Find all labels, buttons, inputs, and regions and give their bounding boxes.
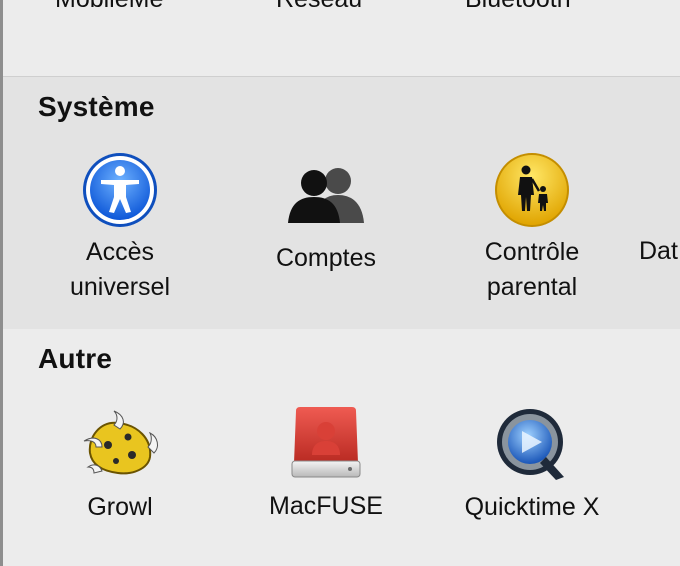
pref-pane-parental-controls[interactable]: Contrôle parental [437, 151, 627, 305]
pref-pane-macfuse[interactable]: MacFUSE [231, 405, 421, 524]
pane-label-line2: universel [69, 273, 171, 301]
pref-pane-universal-access[interactable]: Accès universel [25, 151, 215, 305]
section-title-other: Autre [38, 343, 113, 374]
section-other: Autre Growl MacFUSE Quicktime X [3, 329, 680, 566]
pref-pane-bluetooth[interactable]: Bluetooth [465, 0, 571, 17]
quicktime-icon [497, 409, 564, 480]
pane-label: MacFUSE [269, 492, 383, 520]
pref-pane-growl[interactable]: Growl [25, 407, 215, 525]
pref-pane-date-time-cut[interactable]: Dat [639, 234, 678, 269]
pref-pane-mobileme[interactable]: MobileMe [55, 0, 163, 17]
accounts-icon [288, 168, 364, 223]
pane-label: Quicktime X [464, 493, 600, 521]
pane-label-line1: Comptes [275, 244, 377, 272]
pref-pane-quicktime[interactable]: Quicktime X [437, 407, 627, 525]
pane-label: Growl [87, 493, 153, 521]
pane-label-line1: Accès [85, 238, 155, 266]
accessibility-icon [83, 153, 157, 227]
parental-controls-icon [495, 153, 569, 227]
pane-label-line2: parental [486, 273, 578, 301]
section-internet: MobileMe Réseau Bluetooth [3, 0, 680, 76]
pref-pane-network[interactable]: Réseau [276, 0, 362, 17]
section-title-system: Système [38, 91, 155, 122]
pane-label-line1: Contrôle [484, 238, 580, 266]
macfuse-icon [291, 407, 361, 478]
pref-pane-accounts[interactable]: Comptes [231, 161, 421, 276]
section-system: Système Accès universel Comptes Contrôle… [3, 76, 680, 330]
growl-icon [83, 410, 158, 475]
